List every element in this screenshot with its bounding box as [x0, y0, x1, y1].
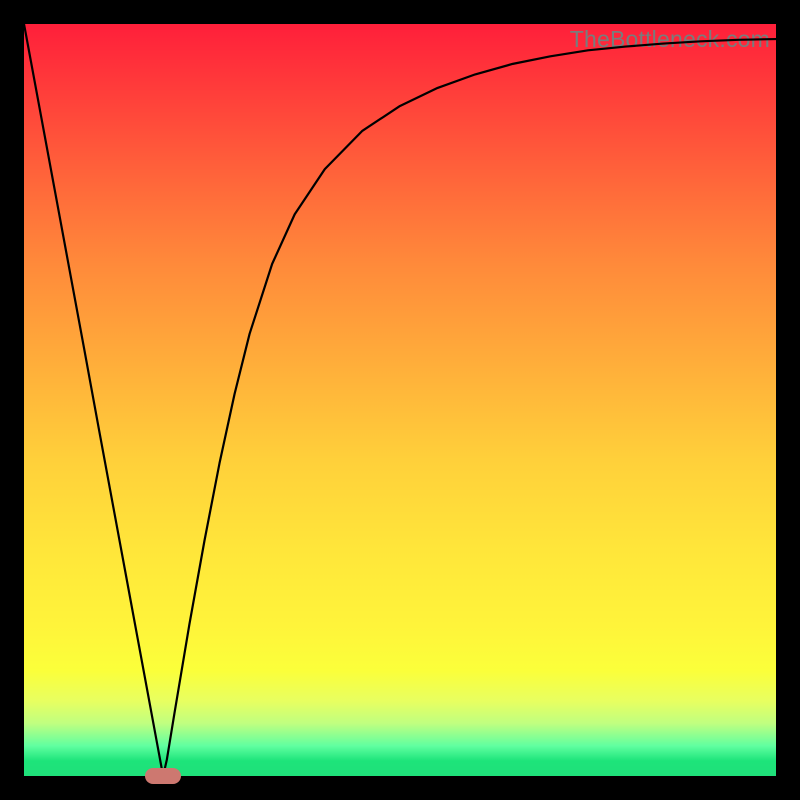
optimum-marker	[145, 768, 181, 784]
bottleneck-curve	[24, 24, 776, 776]
chart-frame: TheBottleneck.com	[0, 0, 800, 800]
plot-area: TheBottleneck.com	[24, 24, 776, 776]
